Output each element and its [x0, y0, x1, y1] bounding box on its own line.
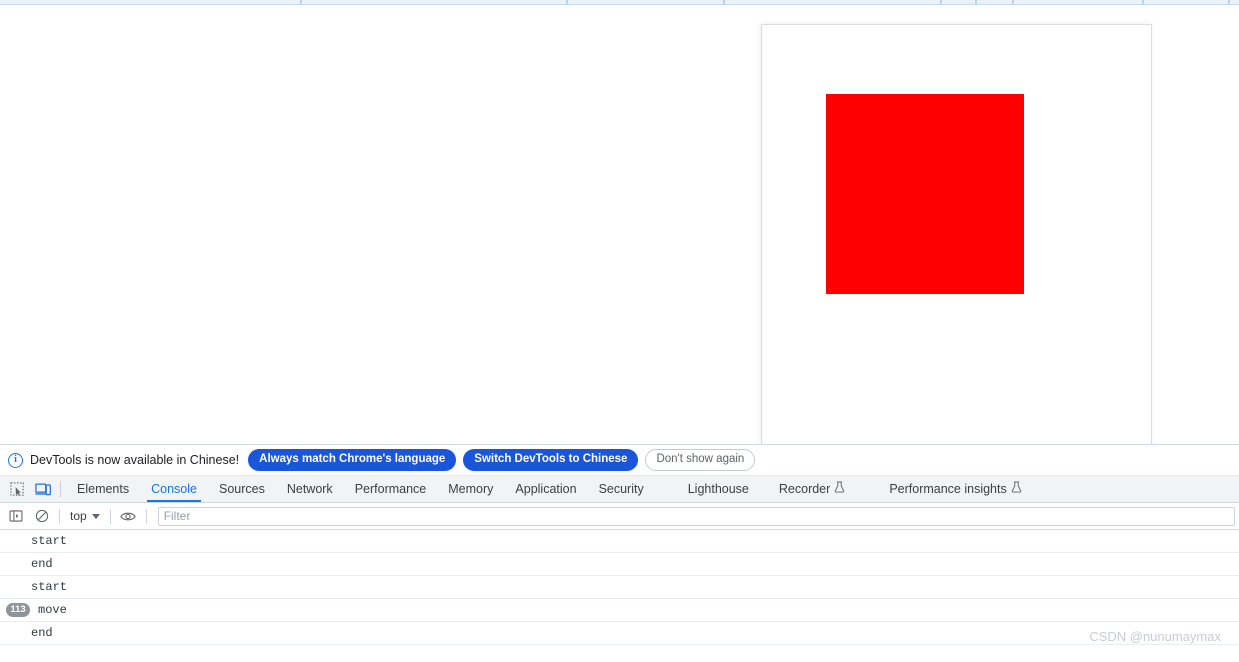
- live-expression-eye-icon[interactable]: [116, 504, 141, 528]
- dont-show-again-button[interactable]: Don't show again: [645, 449, 756, 471]
- experiment-flask-icon: [1011, 476, 1022, 503]
- tab-label: Memory: [448, 481, 494, 496]
- console-context-selector[interactable]: top: [65, 507, 105, 525]
- tab-label: Application: [515, 481, 577, 496]
- tab-label: Recorder: [778, 481, 831, 496]
- tab-recorder[interactable]: Recorder: [768, 476, 856, 502]
- red-draggable-box[interactable]: [826, 94, 1024, 294]
- console-message-row[interactable]: end: [0, 553, 1239, 576]
- chrome-tick: [975, 0, 977, 5]
- tab-label: Performance insights: [889, 481, 1007, 496]
- tab-label: Console: [151, 481, 197, 496]
- tab-label: Lighthouse: [687, 481, 749, 496]
- tab-security[interactable]: Security: [588, 476, 655, 502]
- toolbar-divider: [109, 508, 111, 524]
- console-message-text: move: [38, 603, 67, 617]
- console-sidebar-icon[interactable]: [3, 504, 28, 528]
- always-match-chrome-language-button[interactable]: Always match Chrome's language: [248, 449, 457, 471]
- toolbar-divider: [59, 508, 60, 524]
- tab-performance-insights[interactable]: Performance insights: [878, 476, 1032, 502]
- tab-label: Network: [286, 481, 333, 496]
- tab-label: Security: [598, 481, 644, 496]
- console-message-text: start: [31, 534, 68, 548]
- console-filter-input[interactable]: [157, 506, 1235, 526]
- console-message-text: start: [31, 580, 68, 594]
- chevron-down-icon: [91, 513, 100, 519]
- tab-label: Performance: [354, 481, 427, 496]
- console-message-list[interactable]: start end start 113 move end: [0, 530, 1239, 662]
- experiment-flask-icon: [834, 476, 845, 503]
- banner-message: DevTools is now available in Chinese!: [30, 453, 240, 467]
- tab-performance[interactable]: Performance: [344, 476, 438, 502]
- chrome-tick: [723, 0, 725, 5]
- tab-console[interactable]: Console: [140, 476, 208, 502]
- console-repeat-count-badge: 113: [6, 603, 30, 617]
- console-message-row[interactable]: start: [0, 576, 1239, 599]
- chrome-tick: [566, 0, 568, 5]
- chrome-tick: [1228, 0, 1230, 5]
- device-toolbar-icon[interactable]: [30, 477, 56, 502]
- toolbar-divider: [145, 508, 147, 524]
- context-label: top: [70, 509, 87, 523]
- tab-label: Elements: [77, 481, 130, 496]
- devtools-language-banner: i DevTools is now available in Chinese! …: [0, 445, 1239, 476]
- devtools-panel: i DevTools is now available in Chinese! …: [0, 444, 1239, 662]
- tabbar-divider: [60, 481, 61, 497]
- console-message-row[interactable]: 113 move: [0, 599, 1239, 622]
- clear-console-icon[interactable]: [29, 504, 54, 528]
- tab-lighthouse[interactable]: Lighthouse: [677, 476, 760, 502]
- chrome-tick: [1012, 0, 1014, 5]
- tab-elements[interactable]: Elements: [66, 476, 140, 502]
- inspect-element-icon[interactable]: [4, 477, 30, 502]
- chrome-tick: [300, 0, 302, 5]
- tab-label: Sources: [218, 481, 265, 496]
- device-emulation-frame[interactable]: [761, 24, 1152, 444]
- chrome-tick: [1142, 0, 1144, 5]
- console-message-text: end: [31, 557, 53, 571]
- tab-sources[interactable]: Sources: [208, 476, 276, 502]
- tab-application[interactable]: Application: [504, 476, 587, 502]
- info-icon: i: [8, 452, 23, 468]
- console-message-row[interactable]: start: [0, 530, 1239, 553]
- devtools-tabbar: Elements Console Sources Network Perform…: [0, 476, 1239, 503]
- switch-devtools-to-chinese-button[interactable]: Switch DevTools to Chinese: [463, 449, 639, 471]
- console-toolbar: top: [0, 503, 1239, 530]
- browser-chrome-strip: [0, 0, 1239, 5]
- tab-network[interactable]: Network: [276, 476, 344, 502]
- console-message-text: end: [31, 626, 53, 640]
- console-message-row[interactable]: end: [0, 622, 1239, 645]
- page-viewport: [0, 6, 1239, 444]
- chrome-tick: [940, 0, 942, 5]
- tab-memory[interactable]: Memory: [437, 476, 504, 502]
